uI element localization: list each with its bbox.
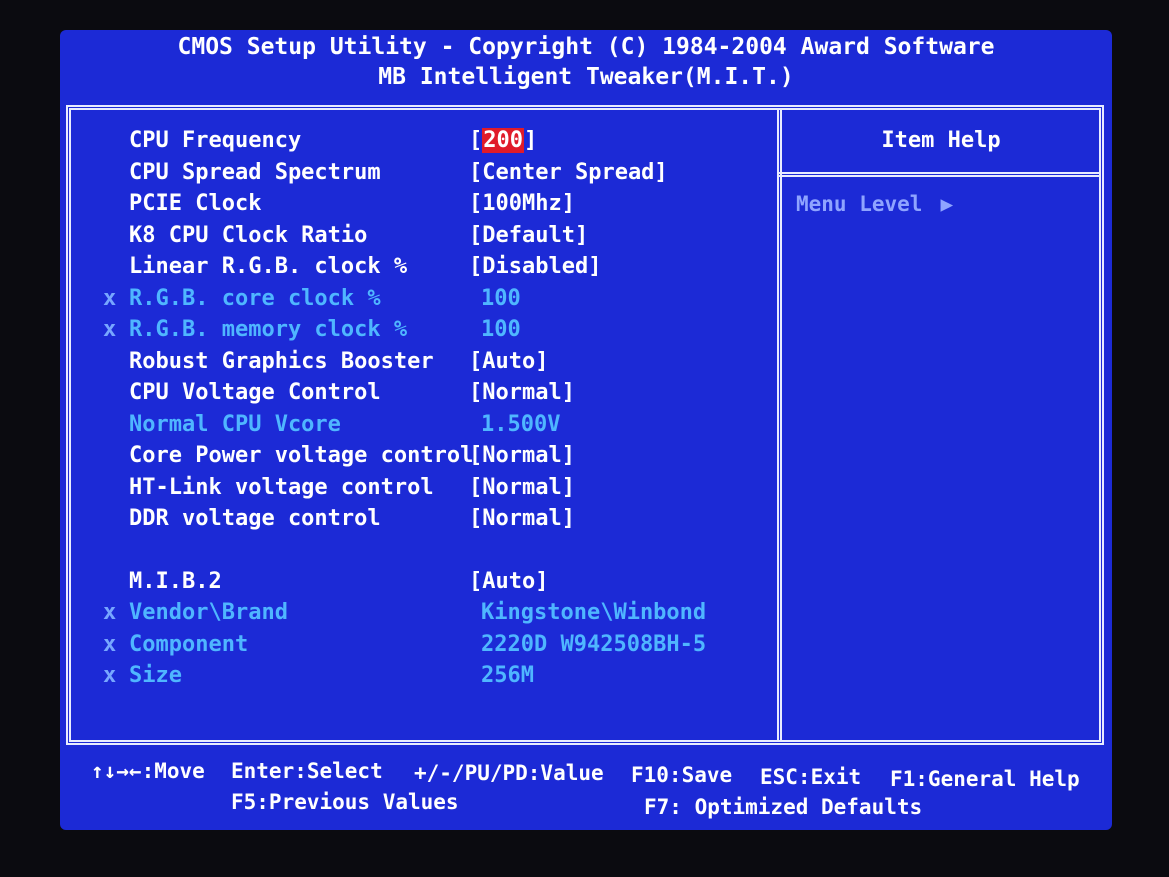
header-title: CMOS Setup Utility - Copyright (C) 1984-… <box>177 34 995 60</box>
setting-label: K8 CPU Clock Ratio <box>129 223 368 248</box>
setting-value[interactable]: [Auto] <box>469 569 548 594</box>
setting-label: Robust Graphics Booster <box>129 349 434 374</box>
panel-divider <box>777 110 782 740</box>
settings-frame: CPU Frequency [200] CPU Spread Spectrum [Ce… <box>66 105 1104 745</box>
setting-label: M.I.B.2 <box>129 569 222 594</box>
locked-mark: x <box>103 286 117 311</box>
setting-value[interactable]: [100Mhz] <box>469 191 575 216</box>
key-move: ↑↓→←:Move <box>91 759 205 783</box>
bracket-close: ] <box>524 128 538 153</box>
setting-value[interactable]: [Disabled] <box>469 254 601 279</box>
locked-mark: x <box>103 663 117 688</box>
key-previous-values: F5:Previous Values <box>231 790 459 814</box>
setting-value[interactable]: [Normal] <box>469 506 575 531</box>
setting-value[interactable]: [Default] <box>469 223 588 248</box>
menu-level-arrow-icon: ▶ <box>940 192 954 216</box>
selected-value[interactable]: 200 <box>482 128 524 153</box>
menu-level: Menu Level ▶ <box>796 192 953 216</box>
setting-label: Component <box>129 632 249 657</box>
setting-value: Kingstone\Winbond <box>481 600 707 625</box>
setting-label: Linear R.G.B. clock % <box>129 254 408 279</box>
setting-label: HT-Link voltage control <box>129 475 434 500</box>
item-help-title: Item Help <box>881 128 1001 153</box>
setting-label: Normal CPU Vcore <box>129 412 341 437</box>
page-title: MB Intelligent Tweaker(M.I.T.) <box>378 64 794 90</box>
key-save: F10:Save <box>631 763 733 787</box>
key-optimized-defaults: F7: Optimized Defaults <box>644 795 923 819</box>
setting-value: 100 <box>481 317 521 342</box>
key-legend: ↑↓→←:Move Enter:Select +/-/PU/PD:Value F… <box>66 755 1106 825</box>
setting-label: CPU Frequency <box>129 128 302 153</box>
key-value: +/-/PU/PD:Value <box>414 761 604 785</box>
setting-value[interactable]: [Auto] <box>469 349 548 374</box>
setting-label: Vendor\Brand <box>129 600 288 625</box>
setting-label: CPU Voltage Control <box>129 380 381 405</box>
setting-value[interactable]: [200] <box>469 128 537 153</box>
setting-label: R.G.B. memory clock % <box>129 317 408 342</box>
locked-mark: x <box>103 632 117 657</box>
help-divider <box>777 172 1099 177</box>
menu-level-label: Menu Level <box>796 192 923 216</box>
locked-mark: x <box>103 317 117 342</box>
setting-value: 256M <box>481 663 534 688</box>
locked-mark: x <box>103 600 117 625</box>
bracket-open: [ <box>469 128 483 153</box>
setting-label: PCIE Clock <box>129 191 262 216</box>
setting-value: 2220D W942508BH-5 <box>481 632 707 657</box>
bios-screen: CMOS Setup Utility - Copyright (C) 1984-… <box>60 30 1112 830</box>
setting-value[interactable]: [Normal] <box>469 443 575 468</box>
key-select: Enter:Select <box>231 759 383 783</box>
key-general-help: F1:General Help <box>890 767 1080 791</box>
setting-label: Size <box>129 663 182 688</box>
setting-label: R.G.B. core clock % <box>129 286 381 311</box>
setting-label: CPU Spread Spectrum <box>129 160 381 185</box>
setting-value: 1.500V <box>481 412 561 437</box>
setting-value[interactable]: [Center Spread] <box>469 160 668 185</box>
setting-label: Core Power voltage control <box>129 443 474 468</box>
setting-label: DDR voltage control <box>129 506 381 531</box>
key-exit: ESC:Exit <box>760 765 862 789</box>
setting-value: 100 <box>481 286 521 311</box>
setting-value[interactable]: [Normal] <box>469 380 575 405</box>
setting-value[interactable]: [Normal] <box>469 475 575 500</box>
